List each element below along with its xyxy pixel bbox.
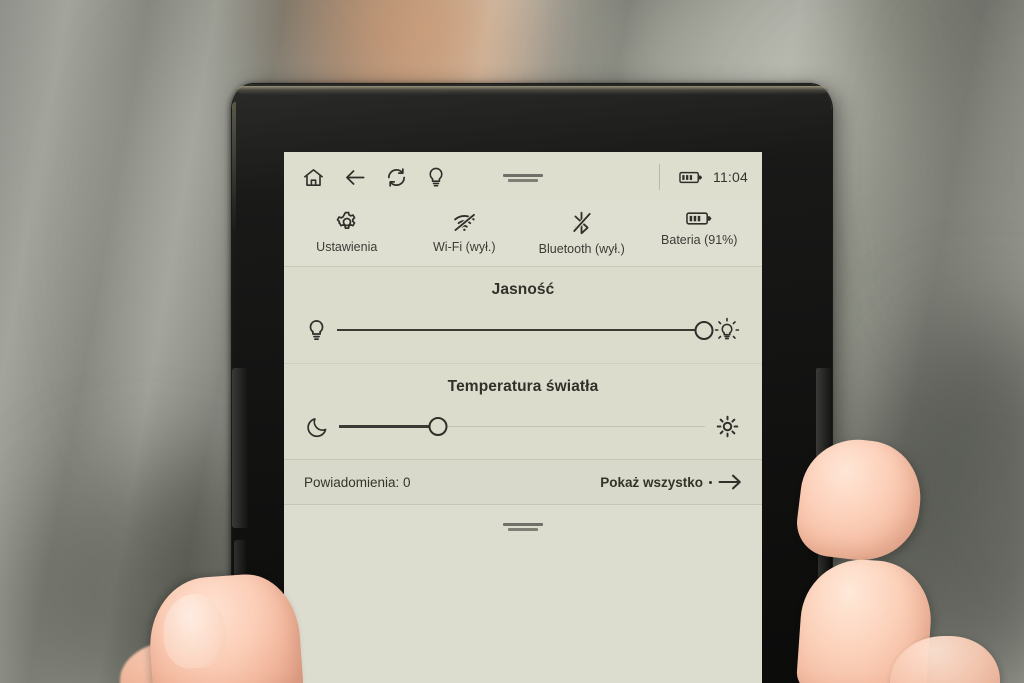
background-shadow	[880, 320, 1024, 683]
drag-handle[interactable]	[503, 174, 543, 184]
quick-toggle-label: Wi-Fi (wył.)	[433, 240, 496, 254]
side-grip-pad	[232, 368, 248, 528]
hand-right-finger-third	[890, 636, 1000, 683]
quick-toggle-label: Bluetooth (wył.)	[538, 242, 625, 256]
ereader-device: 11:04 Ustawienia Wi-Fi (wył.) Bluetooth …	[232, 84, 832, 683]
refresh-icon[interactable]	[385, 166, 408, 189]
bulb-bright-icon[interactable]	[714, 317, 740, 343]
show-all-label: Pokaż wszystko	[600, 474, 703, 490]
brightness-slider[interactable]	[337, 319, 714, 341]
brightness-slider-row	[284, 317, 762, 355]
wifi-off-icon	[451, 210, 478, 234]
slider-thumb[interactable]	[694, 320, 714, 340]
light-temperature-slider[interactable]	[339, 416, 705, 438]
slider-track-fill	[339, 425, 438, 428]
arrow-right-icon	[718, 474, 742, 490]
battery-icon	[679, 170, 704, 185]
bluetooth-off-icon	[571, 210, 592, 236]
quick-toggle-battery[interactable]: Bateria (91%)	[641, 210, 759, 256]
quick-toggle-label: Bateria (91%)	[661, 233, 738, 247]
background-highlight	[940, 0, 1024, 340]
light-temperature-section: Temperatura światła	[284, 363, 762, 459]
status-bar: 11:04	[284, 152, 762, 202]
home-icon[interactable]	[302, 166, 325, 189]
light-temperature-slider-row	[284, 414, 762, 451]
back-icon[interactable]	[343, 166, 367, 189]
status-divider	[659, 164, 660, 190]
show-all-button[interactable]: Pokaż wszystko	[600, 474, 742, 490]
drag-handle[interactable]	[503, 523, 543, 533]
navigation-icon-group	[302, 166, 446, 189]
light-temperature-title: Temperatura światła	[447, 378, 599, 395]
quick-toggle-wifi[interactable]: Wi-Fi (wył.)	[406, 210, 524, 256]
drag-handle-lines	[503, 523, 543, 531]
side-grip-pad	[818, 540, 830, 660]
gear-icon	[335, 210, 359, 234]
drag-handle-lines	[503, 174, 543, 182]
photograph-scene: 11:04 Ustawienia Wi-Fi (wył.) Bluetooth …	[0, 0, 1024, 683]
quick-toggle-label: Ustawienia	[316, 240, 378, 254]
thumbnail	[160, 592, 228, 671]
frontlight-icon[interactable]	[426, 166, 446, 189]
bulb-dim-icon[interactable]	[306, 318, 327, 343]
side-grip-pad	[234, 540, 246, 660]
brightness-section: Jasność	[284, 267, 762, 363]
quick-toggle-bluetooth[interactable]: Bluetooth (wył.)	[523, 210, 641, 256]
notifications-row: Powiadomienia: 0 Pokaż wszystko	[284, 459, 762, 505]
notification-empty-area	[284, 505, 762, 683]
side-grip-pad	[816, 368, 832, 528]
sun-icon[interactable]	[715, 414, 740, 439]
separator-dot	[709, 480, 712, 484]
slider-track-fill	[337, 328, 704, 332]
slider-thumb[interactable]	[428, 417, 448, 436]
eink-screen: 11:04 Ustawienia Wi-Fi (wył.) Bluetooth …	[284, 152, 762, 683]
brightness-title: Jasność	[491, 281, 555, 298]
quick-toggle-row: Ustawienia Wi-Fi (wył.) Bluetooth (wył.)…	[284, 202, 762, 267]
battery-icon	[685, 210, 713, 227]
notifications-count-label: Powiadomienia: 0	[304, 474, 411, 490]
quick-toggle-settings[interactable]: Ustawienia	[288, 210, 406, 256]
clock-label: 11:04	[713, 169, 748, 185]
moon-icon[interactable]	[306, 415, 329, 439]
status-right-group: 11:04	[653, 164, 748, 190]
